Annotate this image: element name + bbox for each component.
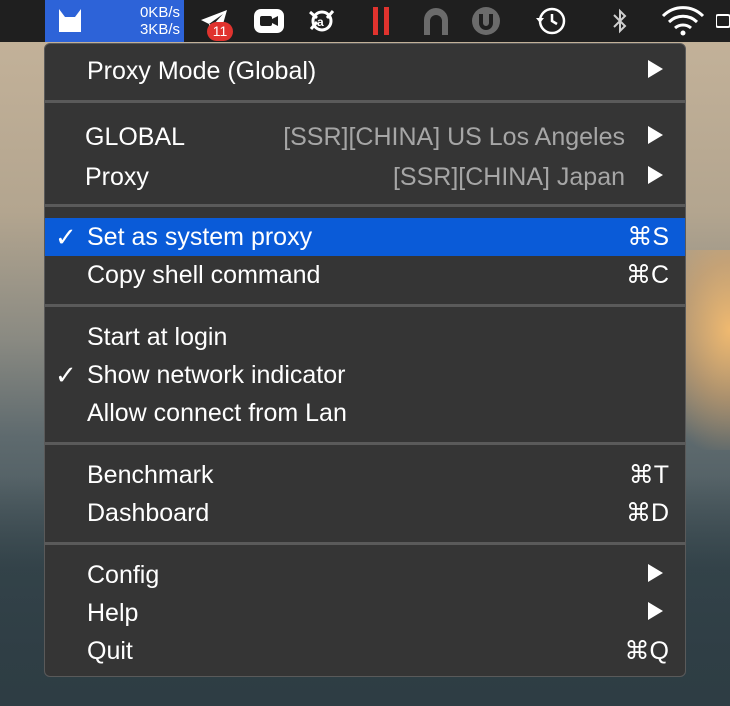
checkmark-icon: ✓ xyxy=(55,222,77,252)
menu-separator xyxy=(45,100,685,103)
clashx-cat-icon[interactable] xyxy=(55,6,85,36)
zoom-icon[interactable] xyxy=(252,6,286,36)
checkmark-icon: ✓ xyxy=(55,360,77,390)
submenu-arrow-icon xyxy=(648,166,663,184)
menu-item-proxy-mode[interactable]: Proxy Mode (Global) xyxy=(45,52,685,90)
menu-item-value: [SSR][CHINA] US Los Angeles xyxy=(283,123,625,151)
menu-separator xyxy=(45,442,685,445)
menu-item-label: Set as system proxy xyxy=(87,223,313,251)
menu-item-config[interactable]: Config xyxy=(45,556,685,594)
menu-item-quit[interactable]: Quit ⌘Q xyxy=(45,632,685,670)
submenu-arrow-icon xyxy=(648,126,663,144)
keyboard-shortcut: ⌘T xyxy=(628,461,669,489)
menu-separator xyxy=(45,542,685,545)
menu-item-dashboard[interactable]: Dashboard ⌘D xyxy=(45,494,685,532)
menu-item-show-network-indicator[interactable]: ✓ Show network indicator xyxy=(45,356,685,394)
avast-icon[interactable]: a xyxy=(306,6,338,36)
menu-item-start-at-login[interactable]: Start at login xyxy=(45,318,685,356)
submenu-arrow-icon xyxy=(648,564,663,582)
time-machine-icon[interactable] xyxy=(534,6,568,36)
menu-item-set-system-proxy[interactable]: ✓ Set as system proxy ⌘S xyxy=(45,218,685,256)
bluetooth-icon[interactable] xyxy=(606,6,634,36)
submenu-arrow-icon xyxy=(648,602,663,620)
menu-item-label: Benchmark xyxy=(87,461,214,489)
menu-item-help[interactable]: Help xyxy=(45,594,685,632)
keyboard-shortcut: ⌘C xyxy=(625,261,669,289)
menu-separator xyxy=(45,204,685,207)
menu-item-allow-connect-from-lan[interactable]: Allow connect from Lan xyxy=(45,394,685,432)
archive-icon[interactable] xyxy=(420,6,452,36)
menu-item-label: Show network indicator xyxy=(87,361,346,389)
network-speed-indicator[interactable]: 0KB/s 3KB/s xyxy=(100,4,180,38)
ublock-icon[interactable] xyxy=(470,6,502,36)
menu-item-label: Quit xyxy=(87,637,133,665)
control-center-icon[interactable] xyxy=(716,6,730,36)
parallels-icon[interactable] xyxy=(368,6,394,36)
menu-item-global[interactable]: GLOBAL [SSR][CHINA] US Los Angeles xyxy=(45,118,685,156)
menu-item-label: Proxy xyxy=(85,163,149,191)
menu-item-label: Dashboard xyxy=(87,499,210,527)
menu-item-label: Allow connect from Lan xyxy=(87,399,347,427)
menu-bar: 0KB/s 3KB/s 11 a xyxy=(0,0,730,42)
menu-item-label: Config xyxy=(87,561,160,589)
menu-item-label: Proxy Mode (Global) xyxy=(87,57,317,85)
menu-item-value: [SSR][CHINA] Japan xyxy=(392,163,625,191)
menu-separator xyxy=(45,304,685,307)
wifi-icon[interactable] xyxy=(660,6,706,36)
svg-text:a: a xyxy=(317,15,324,29)
keyboard-shortcut: ⌘D xyxy=(625,499,669,527)
menu-item-benchmark[interactable]: Benchmark ⌘T xyxy=(45,456,685,494)
clashx-dropdown-menu: Proxy Mode (Global) GLOBAL [SSR][CHINA] … xyxy=(44,43,686,677)
keyboard-shortcut: ⌘S xyxy=(627,223,669,251)
menu-item-label: Help xyxy=(87,599,139,627)
submenu-arrow-icon xyxy=(648,60,663,78)
menu-item-copy-shell-command[interactable]: Copy shell command ⌘C xyxy=(45,256,685,294)
keyboard-shortcut: ⌘Q xyxy=(624,637,669,665)
upload-speed: 0KB/s xyxy=(139,4,180,21)
menu-item-label: Copy shell command xyxy=(87,261,321,289)
menu-item-label: Start at login xyxy=(87,323,228,351)
menu-item-proxy[interactable]: Proxy [SSR][CHINA] Japan xyxy=(45,158,685,196)
menu-item-label: GLOBAL xyxy=(85,123,186,151)
telegram-unread-badge: 11 xyxy=(207,22,233,41)
download-speed: 3KB/s xyxy=(139,21,180,38)
